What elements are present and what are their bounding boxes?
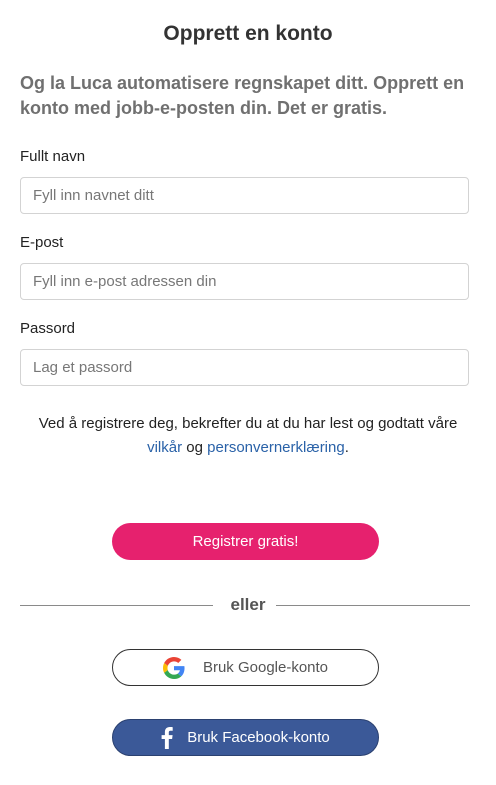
- full-name-label: Fullt navn: [20, 148, 86, 165]
- facebook-f-icon: [161, 726, 173, 749]
- facebook-signup-label: Bruk Facebook-konto: [187, 729, 330, 746]
- signup-page: Opprett en konto Og la Luca automatisere…: [0, 0, 496, 785]
- terms-prefix: Ved å registrere deg, bekrefter du at du…: [38, 415, 458, 432]
- full-name-input[interactable]: [20, 177, 469, 214]
- terms-connector: og: [186, 439, 203, 456]
- google-signup-button[interactable]: Bruk Google-konto: [112, 649, 379, 686]
- terms-text: Ved å registrere deg, bekrefter du at du…: [20, 412, 476, 460]
- password-input[interactable]: [20, 349, 469, 386]
- password-label: Passord: [20, 320, 76, 337]
- google-signup-label: Bruk Google-konto: [202, 659, 329, 676]
- terms-link[interactable]: vilkår: [147, 439, 182, 456]
- register-button[interactable]: Registrer gratis!: [112, 523, 379, 560]
- facebook-signup-button[interactable]: Bruk Facebook-konto: [112, 719, 379, 756]
- email-input[interactable]: [20, 263, 469, 300]
- email-label: E-post: [20, 234, 64, 251]
- terms-suffix: .: [344, 439, 349, 456]
- privacy-link[interactable]: personvernerklæring: [207, 439, 345, 456]
- page-title: Opprett en konto: [163, 22, 333, 45]
- divider-line-right: [276, 605, 470, 606]
- google-g-icon: [162, 656, 185, 679]
- page-subtitle: Og la Luca automatisere regnskapet ditt.…: [20, 73, 465, 118]
